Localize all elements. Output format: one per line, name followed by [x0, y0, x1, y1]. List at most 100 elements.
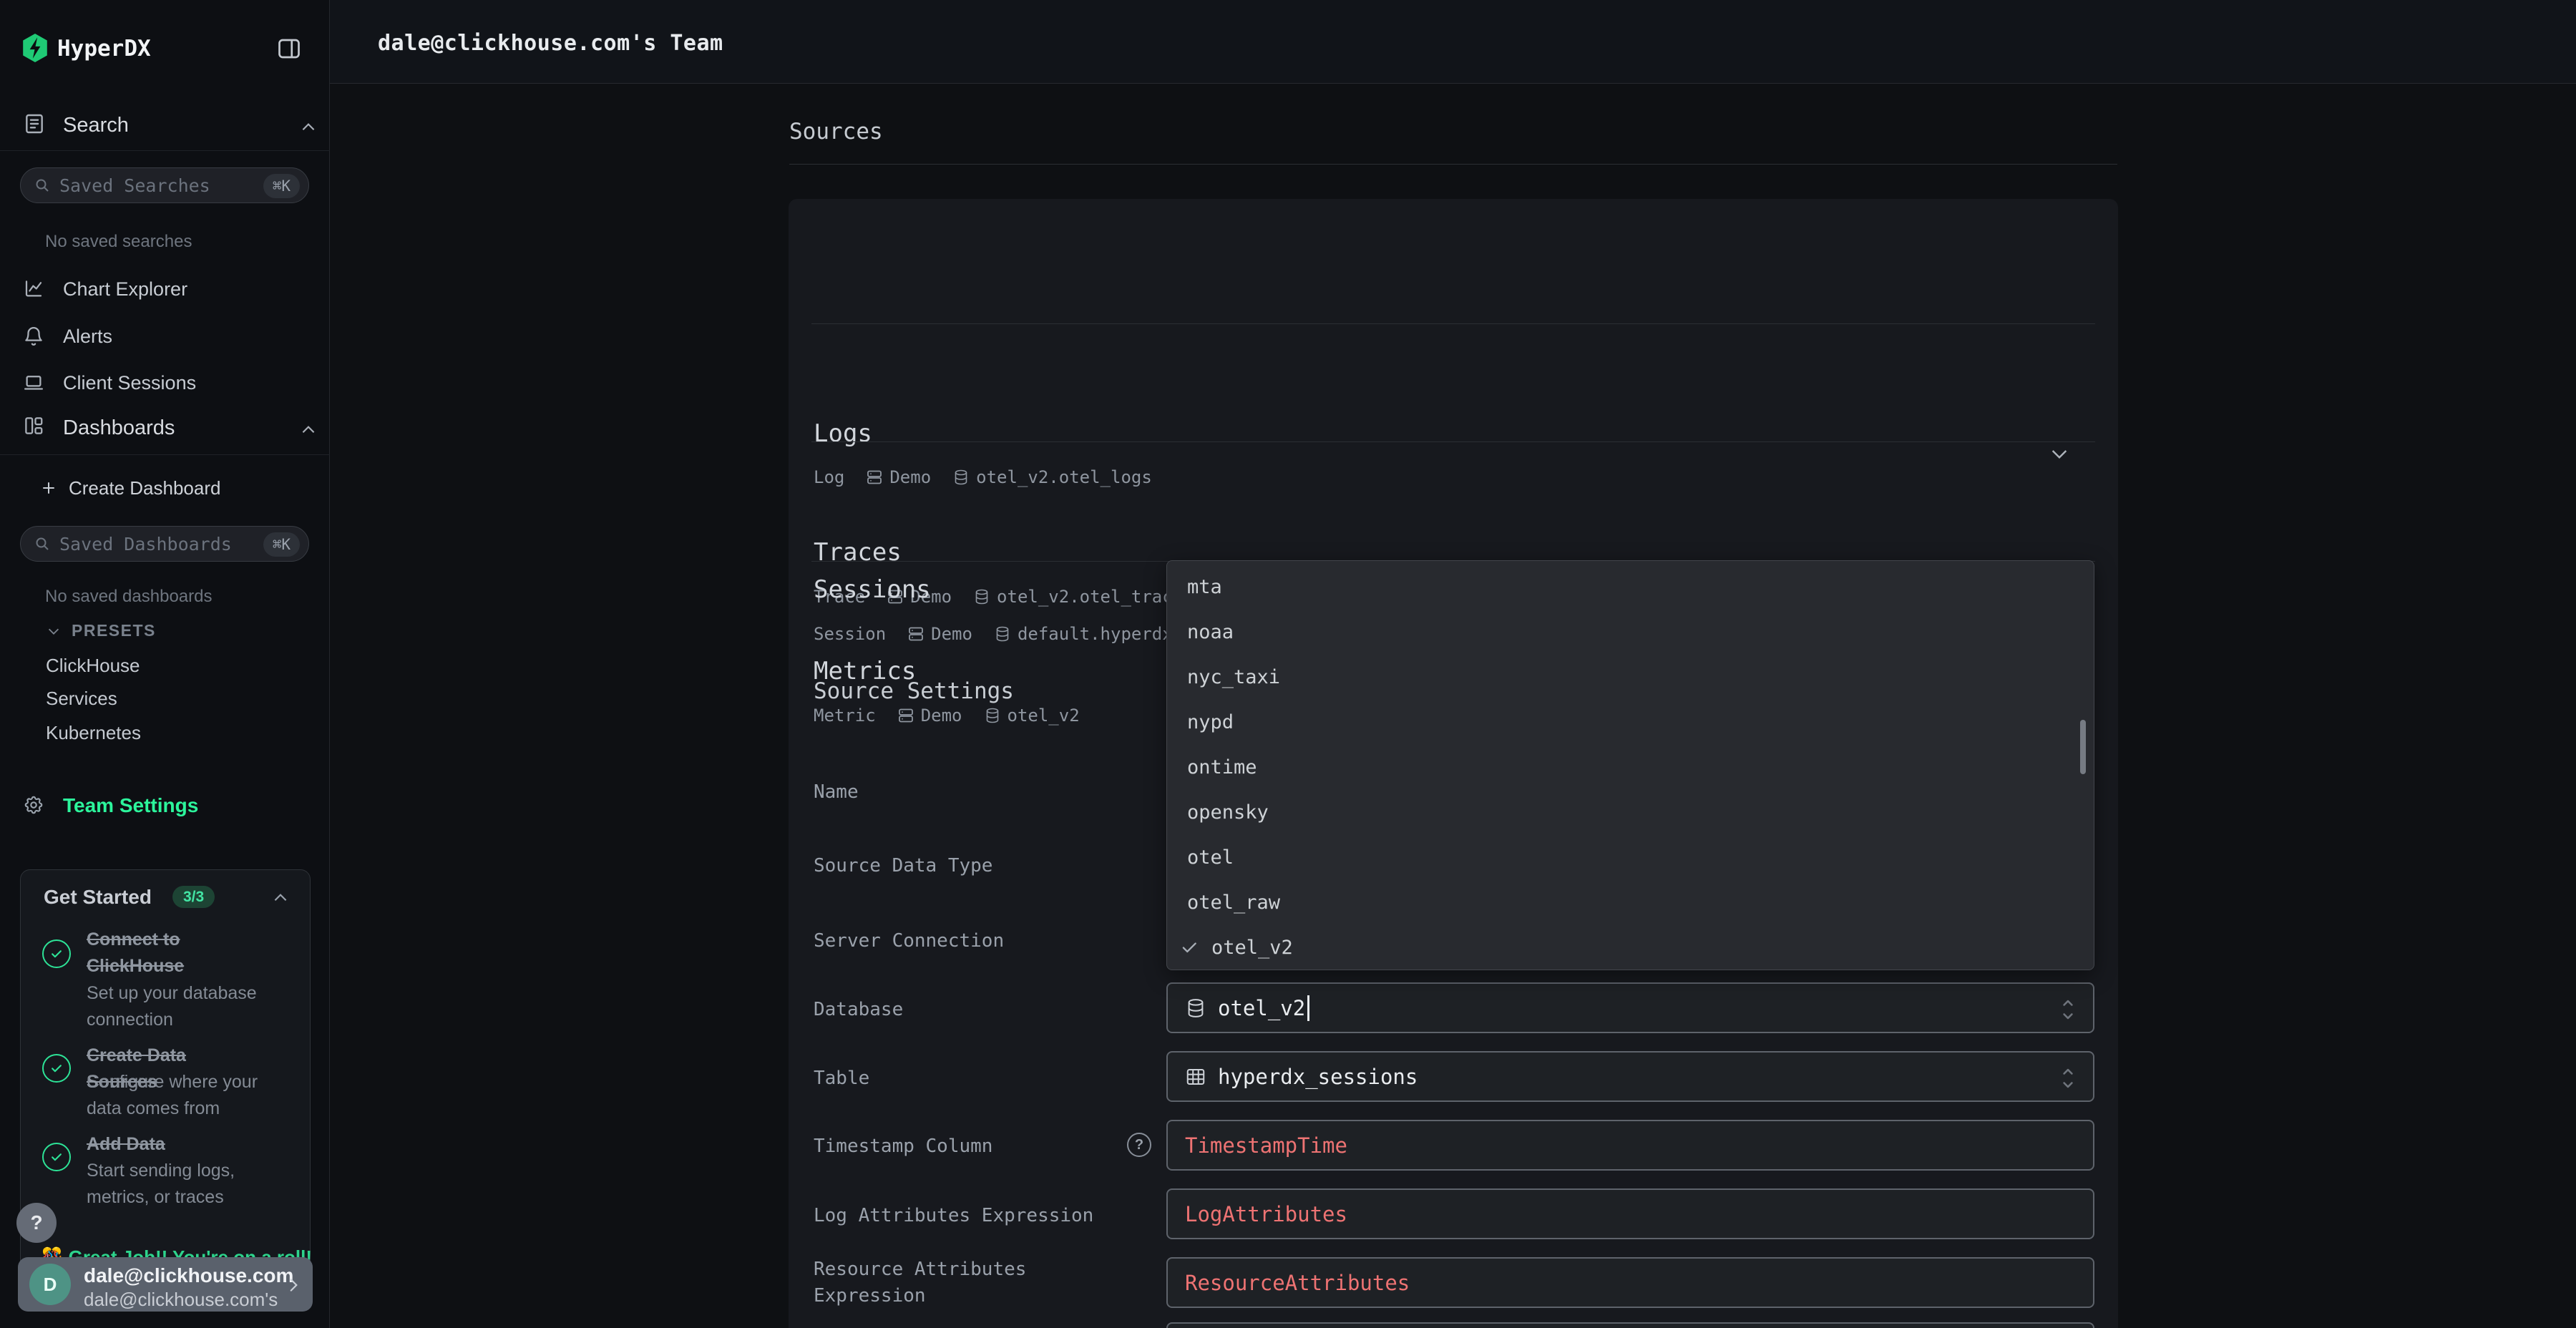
shortcut-badge: ⌘K [263, 532, 300, 557]
check-circle-icon [42, 939, 71, 968]
scrollbar-thumb[interactable] [2080, 720, 2086, 774]
next-input-partial [1166, 1322, 2094, 1328]
source-section-meta: Metric Demo otel_v2 [814, 704, 1080, 727]
table-icon [1185, 1066, 1206, 1088]
log-attributes-label: Log Attributes Expression [814, 1203, 1093, 1229]
dropdown-option[interactable]: opensky [1167, 790, 2094, 835]
divider [811, 441, 2095, 442]
sidebar-divider [0, 150, 330, 151]
connection-chip: Demo [907, 624, 972, 644]
sidebar-section-search[interactable]: Search [0, 112, 330, 147]
check-circle-icon [42, 1054, 71, 1083]
saved-dashboards-placeholder: Saved Dashboards [59, 534, 232, 555]
table-value: hyperdx_sessions [1218, 1065, 1418, 1089]
database-label: Database [814, 997, 903, 1023]
chevron-up-icon[interactable] [271, 889, 290, 907]
source-settings-heading: Source Settings [814, 678, 1014, 704]
sidebar-item-label: Alerts [63, 326, 112, 348]
get-started-title: Get Started [44, 886, 152, 909]
chart-line-icon [23, 278, 44, 300]
sidebar-item-label: Chart Explorer [63, 278, 187, 301]
resource-attributes-label: Resource Attributes Expression [814, 1256, 1050, 1309]
source-section-title: Traces [814, 538, 902, 567]
sidebar-item-chart-explorer[interactable]: Chart Explorer [0, 269, 330, 309]
table-chip: otel_v2.otel_logs [952, 467, 1152, 487]
log-attributes-value: LogAttributes [1185, 1202, 1347, 1226]
table-chip: otel_v2.otel_traces [973, 587, 1194, 607]
dashboard-grid-icon [23, 415, 44, 436]
get-started-progress-badge: 3/3 [172, 886, 215, 908]
search-icon [34, 535, 51, 552]
sidebar-item-alerts[interactable]: Alerts [0, 316, 330, 356]
hyperdx-logo-icon [21, 33, 49, 63]
dropdown-option[interactable]: ontime [1167, 745, 2094, 790]
user-menu[interactable]: D dale@clickhouse.com dale@clickhouse.co… [18, 1257, 313, 1312]
dropdown-option[interactable]: mta [1167, 565, 2094, 610]
presets-label: PRESETS [72, 621, 156, 640]
sidebar-collapse-icon[interactable] [276, 36, 302, 62]
dropdown-option[interactable]: otel [1167, 835, 2094, 880]
timestamp-column-input[interactable]: TimestampTime [1166, 1120, 2094, 1171]
user-subtitle: dale@clickhouse.com's [84, 1289, 278, 1311]
saved-dashboards-input[interactable]: Saved Dashboards ⌘K [20, 526, 309, 562]
source-section-meta: Log Demo otel_v2.otel_logs [814, 466, 1152, 489]
get-started-item-description: Configure where your data comes from [87, 1069, 280, 1122]
team-settings-label: Team Settings [63, 794, 198, 817]
sidebar: HyperDX Search Saved Se [0, 0, 330, 1328]
log-attributes-input[interactable]: LogAttributes [1166, 1188, 2094, 1239]
resource-attributes-input[interactable]: ResourceAttributes [1166, 1257, 2094, 1308]
database-value: otel_v2 [1218, 996, 1305, 1020]
bell-icon [23, 326, 44, 347]
search-journal-icon [23, 112, 46, 135]
table-chip: otel_v2 [984, 706, 1080, 726]
saved-searches-placeholder: Saved Searches [59, 175, 210, 196]
connection-chip: Demo [897, 706, 962, 726]
laptop-icon [23, 372, 44, 394]
app: HyperDX Search Saved Se [0, 0, 2576, 1328]
table-label: Table [814, 1065, 869, 1092]
get-started-item-description: Set up your database connection [87, 980, 280, 1033]
chevron-up-icon[interactable] [299, 118, 318, 137]
dropdown-option[interactable]: otel_raw [1167, 880, 2094, 925]
table-select[interactable]: hyperdx_sessions [1166, 1051, 2094, 1102]
source-type-label: Log [814, 467, 844, 487]
sidebar-item-label: Client Sessions [63, 372, 196, 394]
sidebar-section-search-label: Search [63, 114, 129, 137]
database-dropdown: mta noaa nyc_taxi nypd ontime opensky ot… [1166, 560, 2094, 970]
timestamp-column-value: TimestampTime [1185, 1133, 1347, 1158]
saved-searches-input[interactable]: Saved Searches ⌘K [20, 167, 309, 203]
chevron-up-icon[interactable] [299, 421, 318, 439]
dropdown-option[interactable]: nypd [1167, 700, 2094, 745]
presets-header[interactable]: PRESETS [46, 621, 156, 640]
plus-icon [40, 479, 57, 497]
search-icon [34, 177, 51, 194]
sidebar-item-client-sessions[interactable]: Client Sessions [0, 363, 330, 403]
get-started-panel: Get Started 3/3 Connect to ClickHouse Se… [20, 869, 311, 1289]
source-data-type-label: Source Data Type [814, 853, 992, 879]
dropdown-option-selected[interactable]: otel_v2 [1167, 925, 2094, 970]
team-settings-link[interactable]: Team Settings [0, 788, 330, 829]
dropdown-option[interactable]: noaa [1167, 610, 2094, 655]
create-dashboard-label: Create Dashboard [69, 477, 220, 499]
brand-name[interactable]: HyperDX [57, 33, 151, 64]
sidebar-section-dashboards[interactable]: Dashboards [0, 415, 330, 449]
avatar: D [29, 1264, 71, 1305]
source-section-title: Logs [814, 419, 872, 448]
user-name: dale@clickhouse.com [84, 1264, 293, 1287]
preset-item-kubernetes[interactable]: Kubernetes [46, 722, 141, 744]
help-button[interactable]: ? [16, 1203, 57, 1243]
server-connection-label: Server Connection [814, 928, 1004, 954]
connection-chip: Demo [866, 467, 931, 487]
check-circle-icon [42, 1143, 71, 1171]
preset-item-clickhouse[interactable]: ClickHouse [46, 655, 140, 677]
create-dashboard-button[interactable]: Create Dashboard [40, 474, 312, 502]
help-circle-icon[interactable]: ? [1127, 1133, 1151, 1157]
database-select[interactable]: otel_v2 [1166, 982, 2094, 1033]
preset-item-services[interactable]: Services [46, 688, 117, 710]
chevron-down-icon[interactable] [2048, 442, 2071, 465]
sidebar-section-dashboards-label: Dashboards [63, 416, 175, 440]
sources-heading: Sources [789, 119, 883, 145]
no-saved-searches-text: No saved searches [45, 232, 192, 252]
dropdown-option[interactable]: nyc_taxi [1167, 655, 2094, 700]
text-cursor [1307, 995, 1309, 1021]
